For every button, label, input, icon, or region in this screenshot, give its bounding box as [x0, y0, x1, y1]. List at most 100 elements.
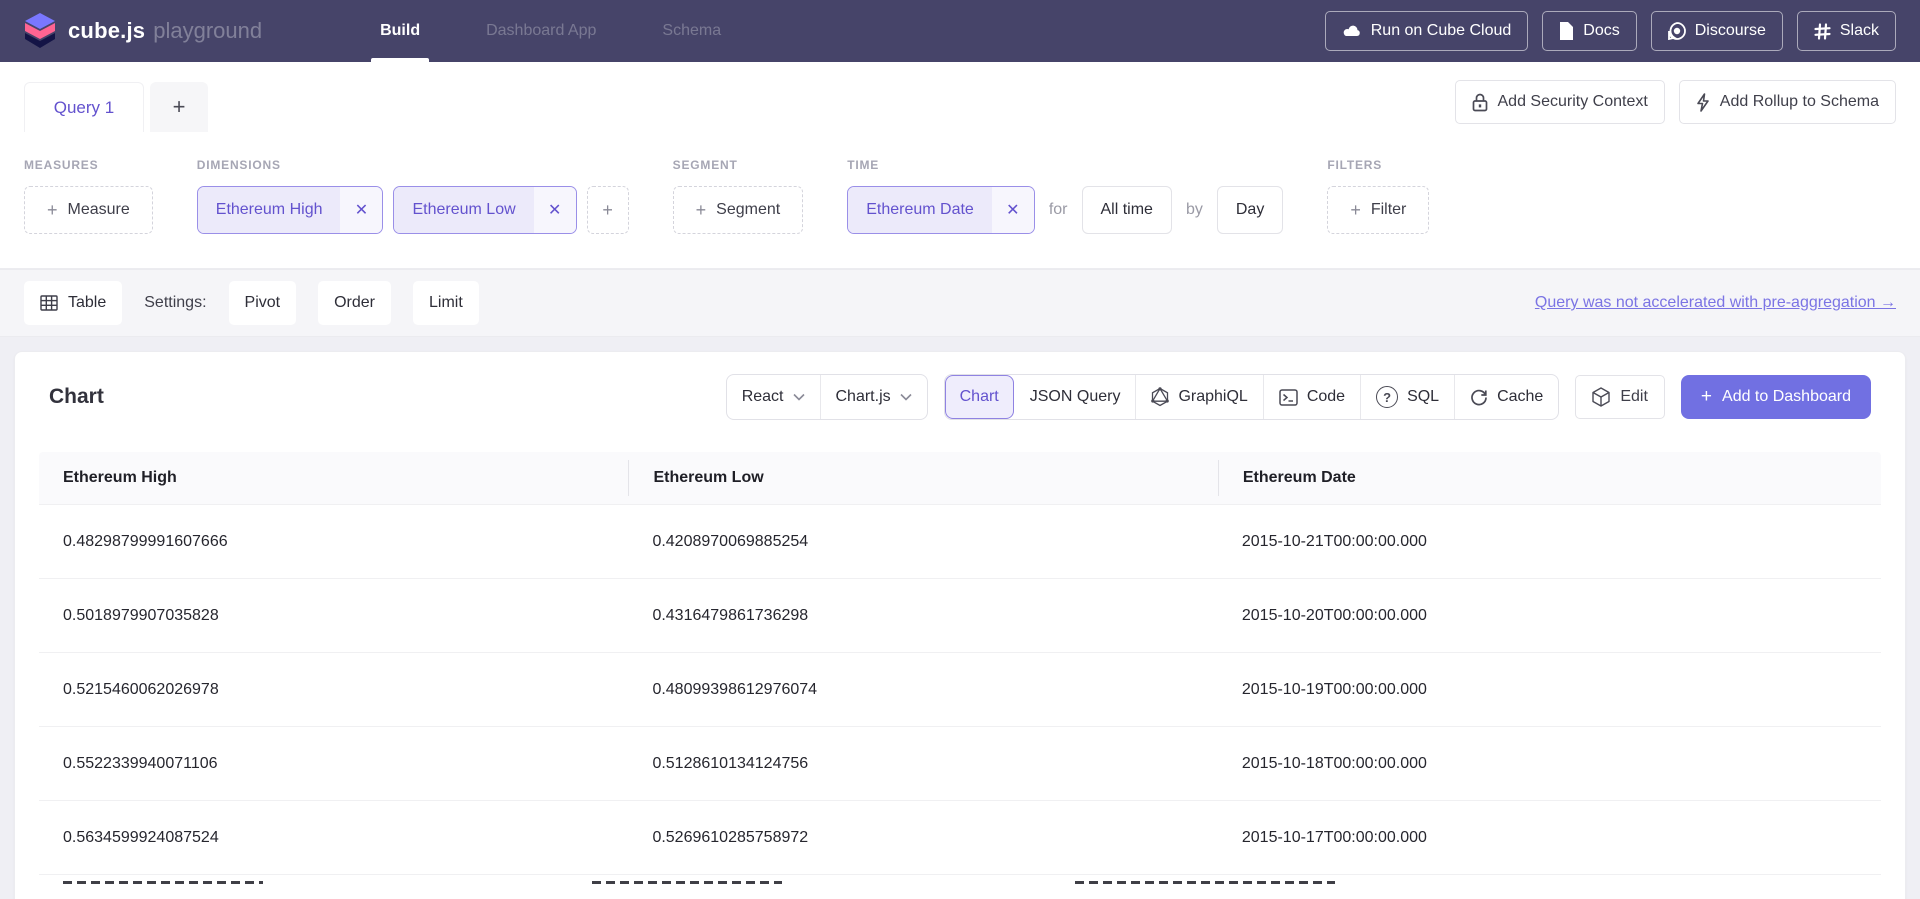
tab-cache-label: Cache — [1497, 388, 1543, 406]
nav-item-build[interactable]: Build — [380, 0, 420, 62]
segment-label: SEGMENT — [673, 158, 804, 172]
edit-button[interactable]: Edit — [1575, 375, 1665, 419]
date-range-button[interactable]: All time — [1082, 186, 1172, 234]
tab-json-query-label: JSON Query — [1030, 388, 1121, 406]
dimension-chip-ethereum-low[interactable]: Ethereum Low ✕ — [393, 186, 576, 234]
remove-chip-icon[interactable]: ✕ — [992, 187, 1034, 233]
remove-chip-icon[interactable]: ✕ — [340, 187, 382, 233]
chart-card-header: Chart React Chart.js Chart — [15, 352, 1905, 438]
chevron-down-icon — [793, 393, 805, 401]
column-header-ethereum-low[interactable]: Ethereum Low — [628, 460, 1217, 496]
header-actions: Run on Cube Cloud Docs Discourse — [1325, 11, 1896, 51]
cell-ethereum-low: 0.4208970069885254 — [628, 533, 1217, 551]
cell-ethereum-low: 0.5269610285758972 — [628, 829, 1217, 847]
plus-icon: + — [602, 200, 613, 221]
table-view-button[interactable]: Table — [24, 281, 122, 325]
preaggregation-link[interactable]: Query was not accelerated with pre-aggre… — [1535, 294, 1896, 312]
nav-item-schema[interactable]: Schema — [662, 0, 721, 62]
results-toolbar: Table Settings: Pivot Order Limit Query … — [0, 269, 1920, 337]
nav-schema-label: Schema — [662, 22, 721, 40]
add-security-context-button[interactable]: Add Security Context — [1455, 80, 1665, 124]
table-row: 0.5522339940071106 0.5128610134124756 20… — [39, 726, 1881, 800]
slack-button[interactable]: Slack — [1797, 11, 1896, 51]
table-view-label: Table — [68, 294, 106, 312]
plus-icon: + — [1350, 200, 1361, 221]
add-rollup-to-schema-label: Add Rollup to Schema — [1720, 93, 1879, 111]
run-on-cube-cloud-button[interactable]: Run on Cube Cloud — [1325, 11, 1529, 51]
table-row: 0.5634599924087524 0.5269610285758972 20… — [39, 800, 1881, 874]
discourse-button[interactable]: Discourse — [1651, 11, 1783, 51]
order-button[interactable]: Order — [318, 281, 391, 325]
add-rollup-to-schema-button[interactable]: Add Rollup to Schema — [1679, 80, 1896, 124]
segment-section: SEGMENT + Segment — [673, 158, 804, 234]
framework-label: React — [742, 388, 784, 406]
column-header-ethereum-high[interactable]: Ethereum High — [39, 469, 628, 487]
cubejs-logo: cube.jsplayground — [24, 13, 262, 49]
cell-ethereum-high: 0.5634599924087524 — [39, 829, 628, 847]
plus-icon: + — [47, 200, 58, 221]
tab-chart[interactable]: Chart — [945, 375, 1014, 419]
add-to-dashboard-button[interactable]: + Add to Dashboard — [1681, 375, 1871, 419]
add-query-tab-button[interactable]: + — [150, 82, 208, 132]
docs-button[interactable]: Docs — [1542, 11, 1636, 51]
column-header-ethereum-date[interactable]: Ethereum Date — [1218, 460, 1881, 496]
time-chip-ethereum-date[interactable]: Ethereum Date ✕ — [847, 186, 1035, 234]
cell-ethereum-low: 0.4316479861736298 — [628, 607, 1217, 625]
nav-item-dashboard-app[interactable]: Dashboard App — [486, 0, 596, 62]
graphql-icon — [1151, 387, 1169, 407]
add-segment-button[interactable]: + Segment — [673, 186, 804, 234]
run-on-cube-cloud-label: Run on Cube Cloud — [1371, 22, 1512, 40]
add-dimension-button[interactable]: + — [587, 186, 629, 234]
tab-code-label: Code — [1307, 388, 1345, 406]
tab-query-1[interactable]: Query 1 — [24, 82, 144, 132]
plus-icon: + — [173, 94, 186, 120]
limit-button[interactable]: Limit — [413, 281, 479, 325]
lock-icon — [1472, 93, 1488, 112]
remove-chip-icon[interactable]: ✕ — [534, 187, 576, 233]
cell-ethereum-date: 2015-10-18T00:00:00.000 — [1218, 755, 1881, 773]
library-dropdown[interactable]: Chart.js — [820, 375, 927, 419]
chart-controls: React Chart.js Chart JSON Query — [726, 374, 1871, 420]
slack-label: Slack — [1840, 22, 1879, 40]
cell-ethereum-low: 0.5128610134124756 — [628, 755, 1217, 773]
chart-view-group: Chart JSON Query GraphiQL — [944, 374, 1560, 420]
measures-section: MEASURES + Measure — [24, 158, 153, 234]
tab-code[interactable]: Code — [1263, 375, 1360, 419]
table-header-row: Ethereum High Ethereum Low Ethereum Date — [39, 452, 1881, 504]
dimension-chip-ethereum-high[interactable]: Ethereum High ✕ — [197, 186, 384, 234]
framework-selector-group: React Chart.js — [726, 374, 928, 420]
add-measure-button[interactable]: + Measure — [24, 186, 153, 234]
cell-ethereum-low: 0.48099398612976074 — [628, 681, 1217, 699]
document-icon — [1559, 22, 1574, 40]
measures-label: MEASURES — [24, 158, 153, 172]
tab-sql[interactable]: ? SQL — [1360, 375, 1454, 419]
query-tabs-row: Query 1 + Add Security Context Add Rollu… — [0, 62, 1920, 134]
chip-label: Ethereum Date — [848, 187, 992, 233]
codesandbox-icon — [1592, 387, 1610, 407]
table-row: 0.5215460062026978 0.48099398612976074 2… — [39, 652, 1881, 726]
nav-dashboard-label: Dashboard App — [486, 22, 596, 40]
docs-label: Docs — [1583, 22, 1619, 40]
add-filter-button[interactable]: + Filter — [1327, 186, 1429, 234]
cell-ethereum-high: 0.5215460062026978 — [39, 681, 628, 699]
tab-graphiql[interactable]: GraphiQL — [1135, 375, 1262, 419]
add-filter-label: Filter — [1371, 201, 1407, 219]
chip-label: Ethereum High — [198, 187, 341, 233]
granularity-button[interactable]: Day — [1217, 186, 1283, 234]
tab-json-query[interactable]: JSON Query — [1014, 375, 1136, 419]
chart-title: Chart — [49, 385, 104, 409]
add-to-dashboard-label: Add to Dashboard — [1722, 388, 1851, 406]
tab-cache[interactable]: Cache — [1454, 375, 1558, 419]
chip-label: Ethereum Low — [394, 187, 533, 233]
time-label: TIME — [847, 158, 1283, 172]
dimensions-section: DIMENSIONS Ethereum High ✕ Ethereum Low … — [197, 158, 629, 234]
pivot-button[interactable]: Pivot — [229, 281, 297, 325]
framework-dropdown[interactable]: React — [727, 375, 820, 419]
cell-ethereum-date: 2015-10-21T00:00:00.000 — [1218, 533, 1881, 551]
library-label: Chart.js — [836, 388, 891, 406]
discourse-icon — [1668, 22, 1686, 40]
tab-sql-label: SQL — [1407, 388, 1439, 406]
add-security-context-label: Add Security Context — [1498, 93, 1648, 111]
table-row: 0.48298799991607666 0.4208970069885254 2… — [39, 504, 1881, 578]
active-tab-underline — [371, 58, 429, 62]
